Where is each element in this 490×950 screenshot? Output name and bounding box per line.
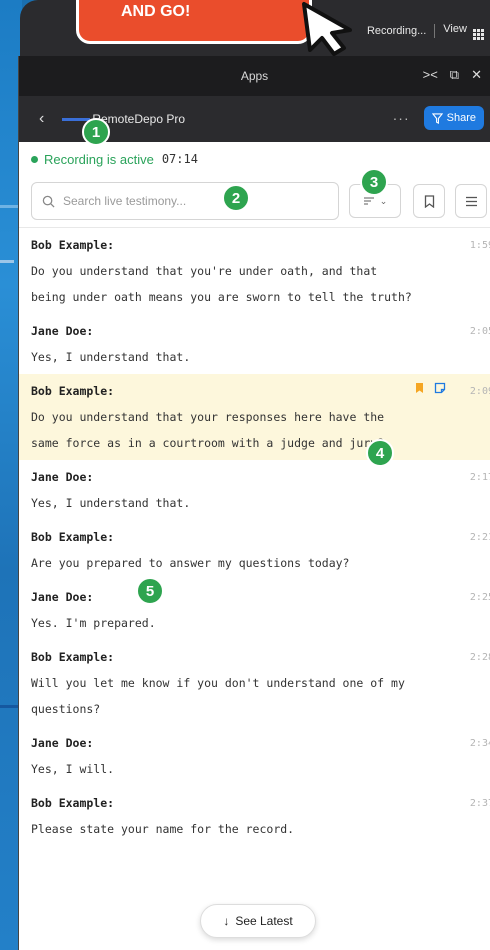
recording-dot-icon (31, 155, 38, 163)
background-stripe (0, 205, 18, 208)
panel-title-bar: Apps >< ⧉ ✕ (19, 56, 490, 96)
callout-badge-2: 2 (222, 184, 250, 212)
recording-indicator[interactable]: Recording... (367, 25, 426, 37)
transcript-line: Yes. I'm prepared. (31, 616, 156, 630)
transcript-line: being under oath means you are sworn to … (31, 290, 412, 304)
collapse-icon[interactable]: >< (423, 67, 438, 83)
transcript-entry[interactable]: Jane Doe: 2:25 Yes. I'm prepared. (19, 580, 490, 640)
transcript-line: Please state your name for the record. (31, 822, 295, 836)
timestamp: 2:28 (469, 651, 490, 663)
filter-icon (431, 112, 443, 124)
close-icon[interactable]: ✕ (471, 67, 482, 83)
bookmark-button[interactable] (413, 184, 445, 218)
transcript-line: Will you let me know if you don't unders… (31, 676, 405, 690)
transcript-line: Yes, I will. (31, 762, 115, 776)
timestamp: 1:59 (469, 239, 490, 251)
transcript-line: Do you understand that your responses he… (31, 410, 385, 424)
background-stripe (0, 705, 18, 708)
promo-banner: AND GO! (76, 0, 312, 44)
timestamp: 2:21 (469, 531, 490, 543)
sort-lines-icon (363, 197, 374, 205)
view-label: View (443, 22, 467, 35)
recording-status: Recording is active 07:14 (19, 142, 490, 176)
timestamp: 2:34 (469, 737, 490, 749)
speaker-name: Jane Doe: (31, 470, 94, 484)
back-arrow-icon[interactable]: ‹ (39, 110, 44, 128)
chevron-down-icon: ⌄ (379, 195, 388, 206)
speaker-name: Bob Example: (31, 796, 115, 810)
transcript-entry[interactable]: Bob Example: 1:59 Do you understand that… (19, 228, 490, 314)
transcript-entry-highlighted[interactable]: Bob Example: 2:09 Do you understand that… (19, 374, 490, 460)
transcript-entry[interactable]: Jane Doe: 2:17 Yes, I understand that. (19, 460, 490, 520)
transcript-entry[interactable]: Jane Doe: 2:05 Yes, I understand that. (19, 314, 490, 374)
timestamp: 2:25 (469, 591, 490, 603)
recording-timer: 07:14 (161, 152, 198, 166)
transcript-entry[interactable]: Bob Example: 2:28 Will you let me know i… (19, 640, 490, 726)
timestamp: 2:09 (469, 385, 490, 397)
timestamp: 2:37 (469, 797, 490, 809)
transcript-line: Do you understand that you're under oath… (31, 264, 378, 278)
note-icon[interactable] (434, 382, 446, 394)
search-toolbar: ⌄ (19, 176, 490, 228)
panel-title: Apps (240, 69, 269, 83)
view-button[interactable]: View (443, 23, 484, 40)
speaker-name: Bob Example: (31, 384, 115, 398)
banner-text: AND GO! (121, 3, 191, 20)
callout-badge-4: 4 (366, 439, 394, 467)
transcript-line: Yes, I understand that. (31, 496, 191, 510)
bookmark-icon (424, 194, 434, 208)
app-logo-icon (62, 117, 91, 121)
speaker-name: Bob Example: (31, 650, 115, 664)
bookmark-filled-icon[interactable] (415, 382, 424, 394)
timestamp: 2:05 (469, 325, 490, 337)
transcript-entry[interactable]: Bob Example: 2:21 Are you prepared to an… (19, 520, 490, 580)
popout-icon[interactable]: ⧉ (450, 67, 459, 83)
transcript-line: Are you prepared to answer my questions … (31, 556, 350, 570)
search-icon (42, 195, 55, 208)
transcript-entry[interactable]: Bob Example: 2:37 Please state your name… (19, 786, 490, 846)
transcript-entry[interactable]: Jane Doe: 2:34 Yes, I will. (19, 726, 490, 786)
grid-icon (473, 28, 484, 40)
apps-panel: Apps >< ⧉ ✕ ‹ RemoteDepo Pro ··· Share R… (18, 56, 490, 950)
timestamp: 2:17 (469, 471, 490, 483)
speaker-name: Jane Doe: (31, 736, 94, 750)
callout-badge-3: 3 (360, 168, 388, 196)
callout-badge-1: 1 (82, 118, 110, 146)
see-latest-label: See Latest (235, 914, 293, 928)
divider (434, 24, 436, 38)
transcript-line: Yes, I understand that. (31, 350, 191, 364)
callout-badge-5: 5 (136, 577, 164, 605)
speaker-name: Jane Doe: (31, 590, 94, 604)
transcript-list: Bob Example: 1:59 Do you understand that… (19, 228, 490, 846)
arrow-down-icon: ↓ (223, 914, 230, 928)
share-button[interactable]: Share (423, 106, 484, 130)
transcript-line: questions? (31, 702, 101, 716)
share-label: Share (446, 112, 476, 124)
speaker-name: Bob Example: (31, 530, 115, 544)
background-stripe (0, 260, 14, 263)
recording-status-text: Recording is active (44, 151, 154, 167)
speaker-name: Bob Example: (31, 238, 115, 252)
speaker-name: Jane Doe: (31, 324, 94, 338)
search-box[interactable] (31, 182, 339, 220)
cursor-arrow-icon (302, 2, 352, 56)
transcript-line: same force as in a courtroom with a judg… (31, 436, 385, 450)
see-latest-button[interactable]: ↓ See Latest (200, 904, 316, 938)
hamburger-menu-icon (465, 196, 477, 206)
menu-button[interactable] (455, 184, 487, 218)
host-bar-controls: Recording... View (367, 18, 490, 44)
more-options-icon[interactable]: ··· (393, 110, 410, 126)
